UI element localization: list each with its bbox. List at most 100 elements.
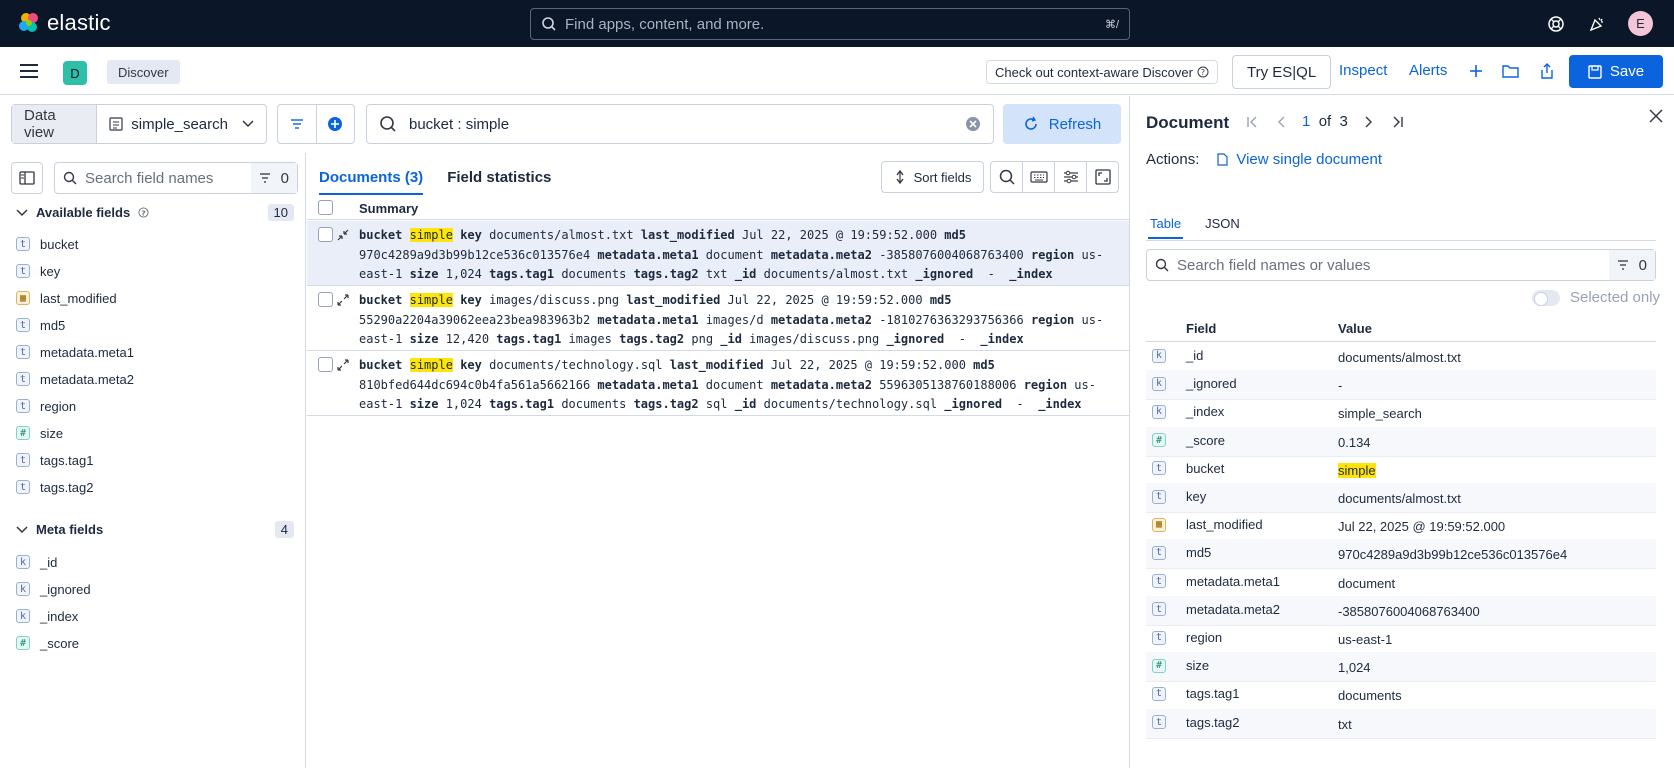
share-icon[interactable]: [1539, 62, 1555, 83]
collapse-icon[interactable]: [337, 229, 349, 241]
tab-table[interactable]: Table: [1148, 216, 1184, 239]
add-filter-icon[interactable]: [317, 105, 355, 143]
selected-only-toggle[interactable]: Selected only: [1532, 289, 1660, 306]
field-item[interactable]: k _index: [16, 606, 78, 626]
tab-json[interactable]: JSON: [1203, 216, 1242, 239]
data-view-selector[interactable]: simple_search: [97, 116, 266, 133]
field-item[interactable]: t bucket: [16, 234, 78, 254]
field-item[interactable]: t tags.tag1: [16, 450, 94, 470]
field-name: _score: [40, 635, 80, 651]
fullscreen-icon[interactable]: [1087, 162, 1118, 192]
field-item[interactable]: # size: [16, 423, 63, 443]
document-field-row[interactable]: k _id documents/almost.txt: [1146, 342, 1656, 372]
summary-field-value: [402, 293, 409, 307]
field-item[interactable]: t key: [16, 261, 60, 281]
menu-icon[interactable]: [20, 63, 40, 82]
previous-page-icon[interactable]: [1276, 115, 1286, 129]
table-row[interactable]: bucket simple key images/discuss.png las…: [307, 286, 1129, 351]
user-avatar[interactable]: E: [1628, 11, 1653, 36]
field-item[interactable]: ▦ last_modified: [16, 288, 117, 308]
document-field-row[interactable]: t metadata.meta2 -3858076004068763400: [1146, 595, 1656, 626]
close-icon[interactable]: [1649, 109, 1663, 126]
news-feed-icon[interactable]: [1585, 12, 1609, 36]
new-icon[interactable]: [1468, 63, 1484, 82]
expand-icon[interactable]: [337, 359, 349, 371]
document-field-row[interactable]: t region us-east-1: [1146, 624, 1656, 654]
context-aware-discover-button[interactable]: Check out context-aware Discover ?: [986, 60, 1218, 84]
global-search[interactable]: Find apps, content, and more. ⌘/: [530, 8, 1130, 40]
meta-fields-header[interactable]: Meta fields 4: [16, 521, 294, 538]
summary-field-name: region: [1023, 377, 1068, 392]
keyboard-icon[interactable]: [1023, 162, 1055, 192]
save-button[interactable]: Save: [1569, 55, 1663, 88]
try-esql-button[interactable]: Try ES|QL: [1232, 55, 1332, 89]
document-field-row[interactable]: t md5 970c4289a9d3b99b12ce536c013576e4: [1146, 539, 1656, 570]
tab-documents[interactable]: Documents (3): [319, 165, 424, 195]
field-item[interactable]: t region: [16, 396, 76, 416]
sort-fields-button[interactable]: Sort fields: [881, 161, 984, 193]
document-field-row[interactable]: k _ignored -: [1146, 370, 1656, 401]
row-summary: bucket simple key documents/technology.s…: [359, 356, 1123, 416]
table-row[interactable]: bucket simple key documents/technology.s…: [307, 351, 1129, 416]
field-item[interactable]: # _score: [16, 633, 79, 653]
document-field-row[interactable]: ▦ last_modified Jul 22, 2025 @ 19:59:52.00…: [1146, 511, 1656, 542]
next-page-icon[interactable]: [1364, 115, 1374, 129]
sidebar-toggle-icon[interactable]: [11, 162, 43, 194]
selected-only-switch[interactable]: [1532, 289, 1560, 306]
field-search-input[interactable]: Search field names 0: [54, 162, 298, 194]
inspect-link[interactable]: Inspect: [1339, 62, 1387, 79]
summary-column-header[interactable]: Summary: [359, 201, 418, 216]
text-type-icon: t: [1152, 602, 1166, 617]
field-filter-button[interactable]: 0: [250, 163, 297, 193]
svg-text:?: ?: [1201, 68, 1205, 77]
open-folder-icon[interactable]: [1502, 63, 1520, 82]
filter-menu-icon[interactable]: [278, 105, 317, 143]
document-field-value: simple_search: [1338, 406, 1422, 422]
tab-field-statistics[interactable]: Field statistics: [447, 165, 551, 195]
row-checkbox[interactable]: [318, 292, 333, 307]
space-badge[interactable]: D: [63, 61, 87, 85]
document-field-name: region: [1186, 630, 1223, 645]
field-item[interactable]: t metadata.meta1: [16, 342, 134, 362]
expand-icon[interactable]: [337, 294, 349, 306]
first-page-icon[interactable]: [1246, 115, 1260, 129]
elastic-logo[interactable]: elastic: [17, 10, 111, 36]
select-all-checkbox[interactable]: [318, 200, 333, 215]
document-field-row[interactable]: k _index simple_search: [1146, 398, 1656, 429]
document-field: # _score: [1152, 433, 1225, 448]
query-input[interactable]: bucket : simple: [366, 104, 994, 144]
field-item[interactable]: t md5: [16, 315, 65, 335]
refresh-button[interactable]: Refresh: [1003, 104, 1121, 144]
field-item[interactable]: k _id: [16, 552, 57, 572]
clear-icon[interactable]: [965, 116, 981, 132]
alerts-link[interactable]: Alerts: [1409, 62, 1447, 79]
table-row[interactable]: bucket simple key documents/almost.txt l…: [307, 221, 1129, 286]
help-icon[interactable]: [1544, 12, 1568, 36]
document-filter-button[interactable]: 0: [1608, 250, 1655, 280]
data-view-picker[interactable]: Data view simple_search: [11, 104, 267, 144]
display-settings-icon[interactable]: [1055, 162, 1087, 192]
field-item[interactable]: t tags.tag2: [16, 477, 94, 497]
document-field-row[interactable]: # size 1,024: [1146, 652, 1656, 683]
summary-field-value: images/d: [698, 312, 771, 327]
document-field-row[interactable]: # _score 0.134: [1146, 426, 1656, 457]
last-page-icon[interactable]: [1390, 115, 1404, 129]
tab-divider: [1146, 240, 1656, 241]
summary-field-name: size: [409, 267, 439, 281]
document-field-row[interactable]: t tags.tag2 txt: [1146, 708, 1656, 739]
document-field-row[interactable]: t key documents/almost.txt: [1146, 483, 1656, 513]
summary-field-name: _ignored: [915, 267, 974, 281]
field-item[interactable]: k _ignored: [16, 579, 91, 599]
available-fields-header[interactable]: Available fields ? 10: [16, 204, 294, 221]
document-field-row[interactable]: t tags.tag1 documents: [1146, 680, 1656, 711]
view-single-document-link[interactable]: View single document: [1217, 151, 1382, 168]
row-checkbox[interactable]: [318, 357, 333, 372]
document-field-row[interactable]: t metadata.meta1 document: [1146, 568, 1656, 598]
summary-field-value: [402, 358, 409, 372]
document-field-value: 1,024: [1338, 660, 1371, 676]
document-field-row[interactable]: t bucket simple: [1146, 455, 1656, 485]
field-item[interactable]: t metadata.meta2: [16, 369, 134, 389]
row-checkbox[interactable]: [318, 227, 333, 242]
search-icon[interactable]: [991, 162, 1023, 192]
document-search-input[interactable]: Search field names or values 0: [1146, 249, 1656, 281]
